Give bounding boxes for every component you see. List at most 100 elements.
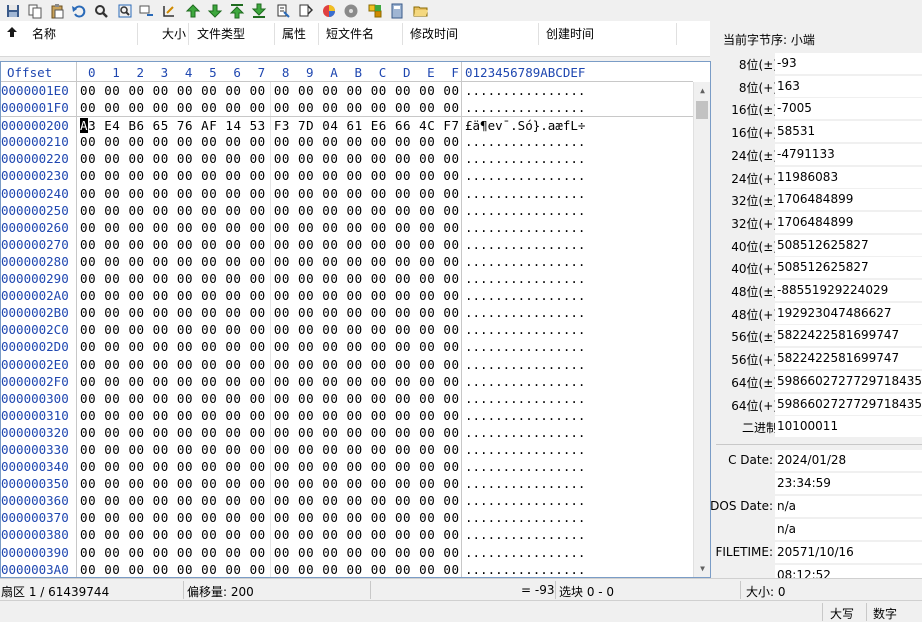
interpreter-value[interactable]: 163 [775,75,922,97]
hex-row[interactable]: 000000310 00 00 00 00 00 00 00 00 00 00 0… [1,407,693,424]
row-ascii[interactable]: ................ [465,492,585,509]
hex-row[interactable]: 000000200 A3 E4 B6 65 76 AF 14 53 F3 7D 0… [1,116,693,134]
hex-row[interactable]: 0000002B0 00 00 00 00 00 00 00 00 00 00 0… [1,304,693,321]
hex-row[interactable]: 0000001F0 00 00 00 00 00 00 00 00 00 00 0… [1,99,693,116]
interpreter-value[interactable]: 192923047486627 [775,302,922,324]
row-ascii[interactable]: ................ [465,270,585,287]
interpreter-value[interactable]: 5986602727729718435 [775,370,922,392]
row-ascii[interactable]: ................ [465,82,585,99]
hex-row[interactable]: 000000250 00 00 00 00 00 00 00 00 00 00 0… [1,202,693,219]
column-attributes[interactable]: 属性 [282,25,306,42]
interpreter-value[interactable]: 508512625827 [775,257,922,279]
interpreter-value[interactable]: -93 [775,53,922,74]
hex-row[interactable]: 000000390 00 00 00 00 00 00 00 00 00 00 0… [1,544,693,561]
row-ascii[interactable]: ................ [465,202,585,219]
replace-icon[interactable] [136,1,158,21]
jump-icon[interactable] [294,1,316,21]
column-shortname[interactable]: 短文件名 [326,25,374,42]
row-bytes[interactable]: 00 00 00 00 00 00 00 00 00 00 00 00 00 0… [80,458,460,475]
row-ascii[interactable]: ................ [465,338,585,355]
row-ascii[interactable]: ................ [465,304,585,321]
hex-row[interactable]: 000000370 00 00 00 00 00 00 00 00 00 00 0… [1,509,693,526]
row-bytes[interactable]: A3 E4 B6 65 76 AF 14 53 F3 7D 04 61 E6 6… [80,117,460,134]
open-folder-icon[interactable] [410,1,432,21]
hex-rows[interactable]: 0000001E0 00 00 00 00 00 00 00 00 00 00 0… [1,82,693,577]
row-bytes[interactable]: 00 00 00 00 00 00 00 00 00 00 00 00 00 0… [80,82,460,99]
top-icon[interactable] [226,1,248,21]
column-modified[interactable]: 修改时间 [410,25,458,42]
row-ascii[interactable]: ................ [465,356,585,373]
hex-row[interactable]: 000000230 00 00 00 00 00 00 00 00 00 00 0… [1,167,693,184]
scroll-up-icon[interactable]: ▲ [694,82,710,99]
row-ascii[interactable]: ................ [465,133,585,150]
interpreter-value[interactable]: -4791133 [775,143,922,165]
hex-row[interactable]: 0000002D0 00 00 00 00 00 00 00 00 00 00 0… [1,338,693,355]
row-ascii[interactable]: ................ [465,390,585,407]
row-bytes[interactable]: 00 00 00 00 00 00 00 00 00 00 00 00 00 0… [80,373,460,390]
row-ascii[interactable]: ................ [465,458,585,475]
column-name[interactable]: 名称 [32,25,56,42]
save-icon[interactable] [2,1,24,21]
vertical-scrollbar[interactable]: ▲ ▼ [693,82,710,577]
column-created[interactable]: 创建时间 [546,25,594,42]
row-ascii[interactable]: ................ [465,407,585,424]
find-icon[interactable] [90,1,112,21]
row-ascii[interactable]: ................ [465,509,585,526]
interpreter-value[interactable]: -7005 [775,98,922,120]
row-bytes[interactable]: 00 00 00 00 00 00 00 00 00 00 00 00 00 0… [80,270,460,287]
scroll-down-icon[interactable]: ▼ [694,560,710,577]
row-bytes[interactable]: 00 00 00 00 00 00 00 00 00 00 00 00 00 0… [80,150,460,167]
row-ascii[interactable]: ................ [465,99,585,116]
row-bytes[interactable]: 00 00 00 00 00 00 00 00 00 00 00 00 00 0… [80,390,460,407]
row-bytes[interactable]: 00 00 00 00 00 00 00 00 00 00 00 00 00 0… [80,167,460,184]
interpreter-value[interactable]: 5822422581699747 [775,348,922,370]
date-value[interactable]: 23:34:59 [775,472,922,494]
hex-row[interactable]: 000000220 00 00 00 00 00 00 00 00 00 00 0… [1,150,693,167]
interpreter-value[interactable]: 58531 [775,121,922,143]
row-bytes[interactable]: 00 00 00 00 00 00 00 00 00 00 00 00 00 0… [80,236,460,253]
row-ascii[interactable]: ................ [465,424,585,441]
interpreter-value[interactable]: 11986083 [775,166,922,188]
row-ascii[interactable]: ................ [465,287,585,304]
hex-editor[interactable]: Offset 0 1 2 3 4 5 6 7 8 9 A B C D E F 0… [0,61,711,578]
row-ascii[interactable]: ................ [465,185,585,202]
row-bytes[interactable]: 00 00 00 00 00 00 00 00 00 00 00 00 00 0… [80,526,460,543]
interpreter-value[interactable]: 508512625827 [775,234,922,256]
row-bytes[interactable]: 00 00 00 00 00 00 00 00 00 00 00 00 00 0… [80,492,460,509]
column-size[interactable]: 大小 [162,25,186,42]
up-icon[interactable] [182,1,204,21]
date-value[interactable]: 2024/01/28 [775,450,922,471]
row-bytes[interactable]: 00 00 00 00 00 00 00 00 00 00 00 00 00 0… [80,304,460,321]
row-ascii[interactable]: ................ [465,236,585,253]
hex-row[interactable]: 000000320 00 00 00 00 00 00 00 00 00 00 0… [1,424,693,441]
date-value[interactable]: 20571/10/16 [775,541,922,563]
row-ascii[interactable]: ................ [465,321,585,338]
row-ascii[interactable]: £ä¶ev¯.Só}.aæfL÷ [465,117,585,134]
hex-row[interactable]: 0000002E0 00 00 00 00 00 00 00 00 00 00 0… [1,356,693,373]
interpreter-value[interactable]: -88551929224029 [775,280,922,301]
row-bytes[interactable]: 00 00 00 00 00 00 00 00 00 00 00 00 00 0… [80,253,460,270]
find-next-icon[interactable] [114,1,136,21]
hex-row[interactable]: 000000340 00 00 00 00 00 00 00 00 00 00 0… [1,458,693,475]
copy-icon[interactable] [24,1,46,21]
row-bytes[interactable]: 00 00 00 00 00 00 00 00 00 00 00 00 00 0… [80,133,460,150]
hex-row[interactable]: 0000002C0 00 00 00 00 00 00 00 00 00 00 0… [1,321,693,338]
row-ascii[interactable]: ................ [465,253,585,270]
interpreter-value[interactable]: 1706484899 [775,211,922,233]
paste-icon[interactable] [46,1,68,21]
row-bytes[interactable]: 00 00 00 00 00 00 00 00 00 00 00 00 00 0… [80,561,460,577]
column-filetype[interactable]: 文件类型 [197,25,245,42]
hex-row[interactable]: 000000210 00 00 00 00 00 00 00 00 00 00 0… [1,133,693,150]
date-value[interactable]: n/a [775,495,922,517]
row-bytes[interactable]: 00 00 00 00 00 00 00 00 00 00 00 00 00 0… [80,202,460,219]
hex-row[interactable]: 000000270 00 00 00 00 00 00 00 00 00 00 0… [1,236,693,253]
hex-row[interactable]: 0000002F0 00 00 00 00 00 00 00 00 00 00 0… [1,373,693,390]
tools-icon[interactable] [364,1,386,21]
hex-row[interactable]: 000000360 00 00 00 00 00 00 00 00 00 00 0… [1,492,693,509]
row-ascii[interactable]: ................ [465,373,585,390]
down-icon[interactable] [204,1,226,21]
hex-row[interactable]: 000000380 00 00 00 00 00 00 00 00 00 00 0… [1,526,693,543]
row-bytes[interactable]: 00 00 00 00 00 00 00 00 00 00 00 00 00 0… [80,338,460,355]
row-ascii[interactable]: ................ [465,561,585,577]
row-bytes[interactable]: 00 00 00 00 00 00 00 00 00 00 00 00 00 0… [80,321,460,338]
